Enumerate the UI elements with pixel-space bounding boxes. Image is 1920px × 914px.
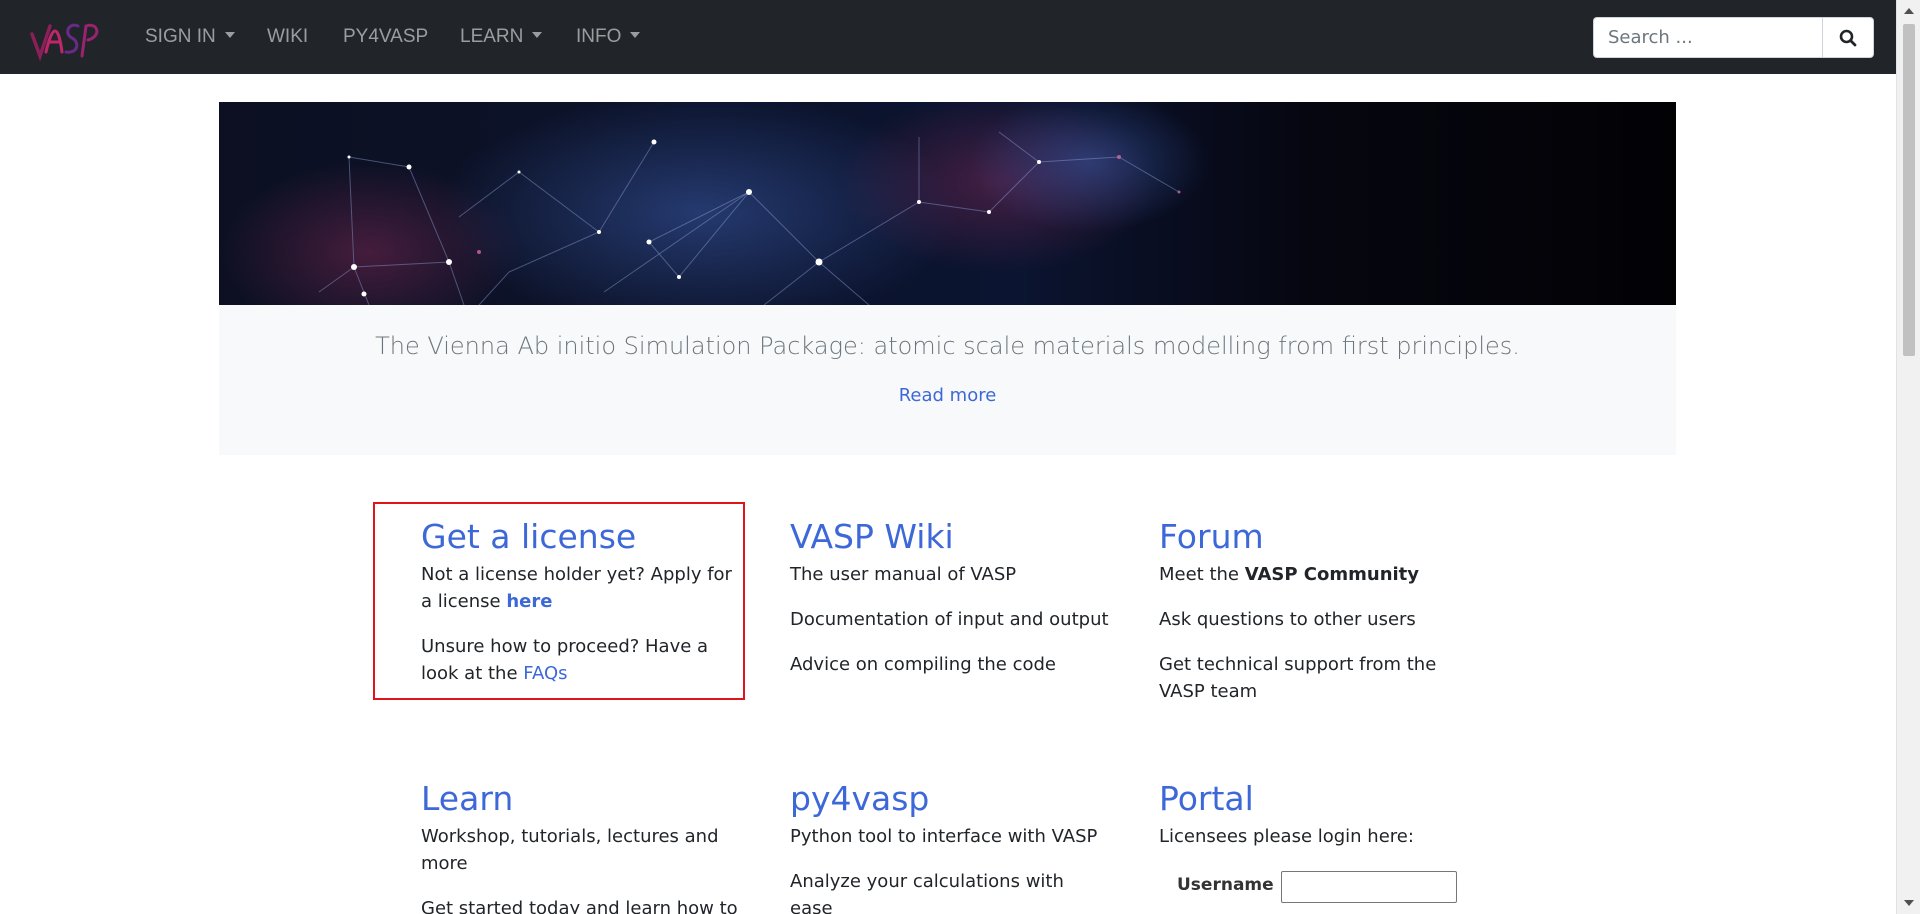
portal-login-row: Username — [1177, 871, 1457, 903]
nav-wiki[interactable]: WIKI — [267, 0, 308, 74]
portal-title[interactable]: Portal — [1159, 779, 1479, 819]
forum-line: Get technical support from the VASP team — [1159, 654, 1437, 702]
nav-info-label: INFO — [576, 26, 622, 47]
nav-wiki-label: WIKI — [267, 26, 309, 47]
nav-py4vasp[interactable]: PY4VASP — [343, 0, 428, 74]
read-more-link[interactable]: Read more — [219, 385, 1676, 406]
card-learn: Learn Workshop, tutorials, lectures and … — [421, 779, 741, 914]
scrollbar-thumb[interactable] — [1903, 24, 1915, 356]
scroll-down-arrow-icon[interactable] — [1897, 894, 1920, 912]
vasp-wiki-title[interactable]: VASP Wiki — [790, 517, 1110, 557]
search-icon — [1839, 29, 1857, 46]
search-button[interactable] — [1822, 17, 1874, 58]
username-input[interactable] — [1281, 871, 1457, 903]
portal-intro: Licensees please login here: — [1159, 826, 1414, 847]
nav-sign-in[interactable]: SIGN IN — [145, 0, 235, 74]
card-py4vasp: py4vasp Python tool to interface with VA… — [790, 779, 1110, 914]
py4vasp-line: Python tool to interface with VASP — [790, 826, 1098, 847]
page: SIGN IN WIKI PY4VASP LEARN INFO Search .… — [0, 0, 1896, 914]
nav-py4vasp-label: PY4VASP — [343, 26, 429, 47]
hero-banner-image — [219, 102, 1676, 305]
wiki-line: Documentation of input and output — [790, 609, 1109, 630]
forum-line: Ask questions to other users — [1159, 609, 1416, 630]
caret-down-icon — [630, 31, 641, 38]
vasp-logo[interactable] — [28, 12, 104, 62]
top-navbar: SIGN IN WIKI PY4VASP LEARN INFO — [0, 0, 1896, 74]
intro-jumbotron: The Vienna Ab initio Simulation Package:… — [219, 305, 1676, 455]
py4vasp-title[interactable]: py4vasp — [790, 779, 1110, 819]
wiki-line: Advice on compiling the code — [790, 654, 1057, 675]
search-form — [1593, 17, 1882, 58]
caret-down-icon — [532, 31, 543, 38]
nav-learn-label: LEARN — [460, 26, 524, 47]
nav-info[interactable]: INFO — [576, 0, 641, 74]
py4vasp-line: Analyze your calculations with ease — [790, 871, 1064, 914]
username-label: Username — [1177, 875, 1274, 895]
caret-down-icon — [224, 31, 235, 38]
card-vasp-wiki: VASP Wiki The user manual of VASP Docume… — [790, 517, 1110, 696]
nav-sign-in-label: SIGN IN — [145, 26, 216, 47]
card-forum: Forum Meet the VASP Community Ask questi… — [1159, 517, 1479, 723]
scroll-up-arrow-icon[interactable] — [1897, 2, 1920, 20]
intro-lead-text: The Vienna Ab initio Simulation Package:… — [375, 332, 1520, 360]
forum-community-bold: VASP Community — [1244, 564, 1420, 585]
forum-community-text: Meet the VASP Community — [1159, 561, 1479, 588]
license-highlight-box — [373, 502, 745, 700]
nav-learn[interactable]: LEARN — [460, 0, 543, 74]
wiki-line: The user manual of VASP — [790, 564, 1017, 585]
forum-title[interactable]: Forum — [1159, 517, 1479, 557]
learn-line: Get started today and learn how to — [421, 898, 738, 914]
page-scrollbar[interactable] — [1896, 0, 1920, 914]
learn-line: Workshop, tutorials, lectures and more — [421, 826, 719, 874]
learn-title[interactable]: Learn — [421, 779, 741, 819]
card-portal: Portal Licensees please login here: — [1159, 779, 1479, 868]
search-input[interactable] — [1593, 17, 1822, 58]
forum-community-label: Meet the — [1159, 564, 1245, 585]
